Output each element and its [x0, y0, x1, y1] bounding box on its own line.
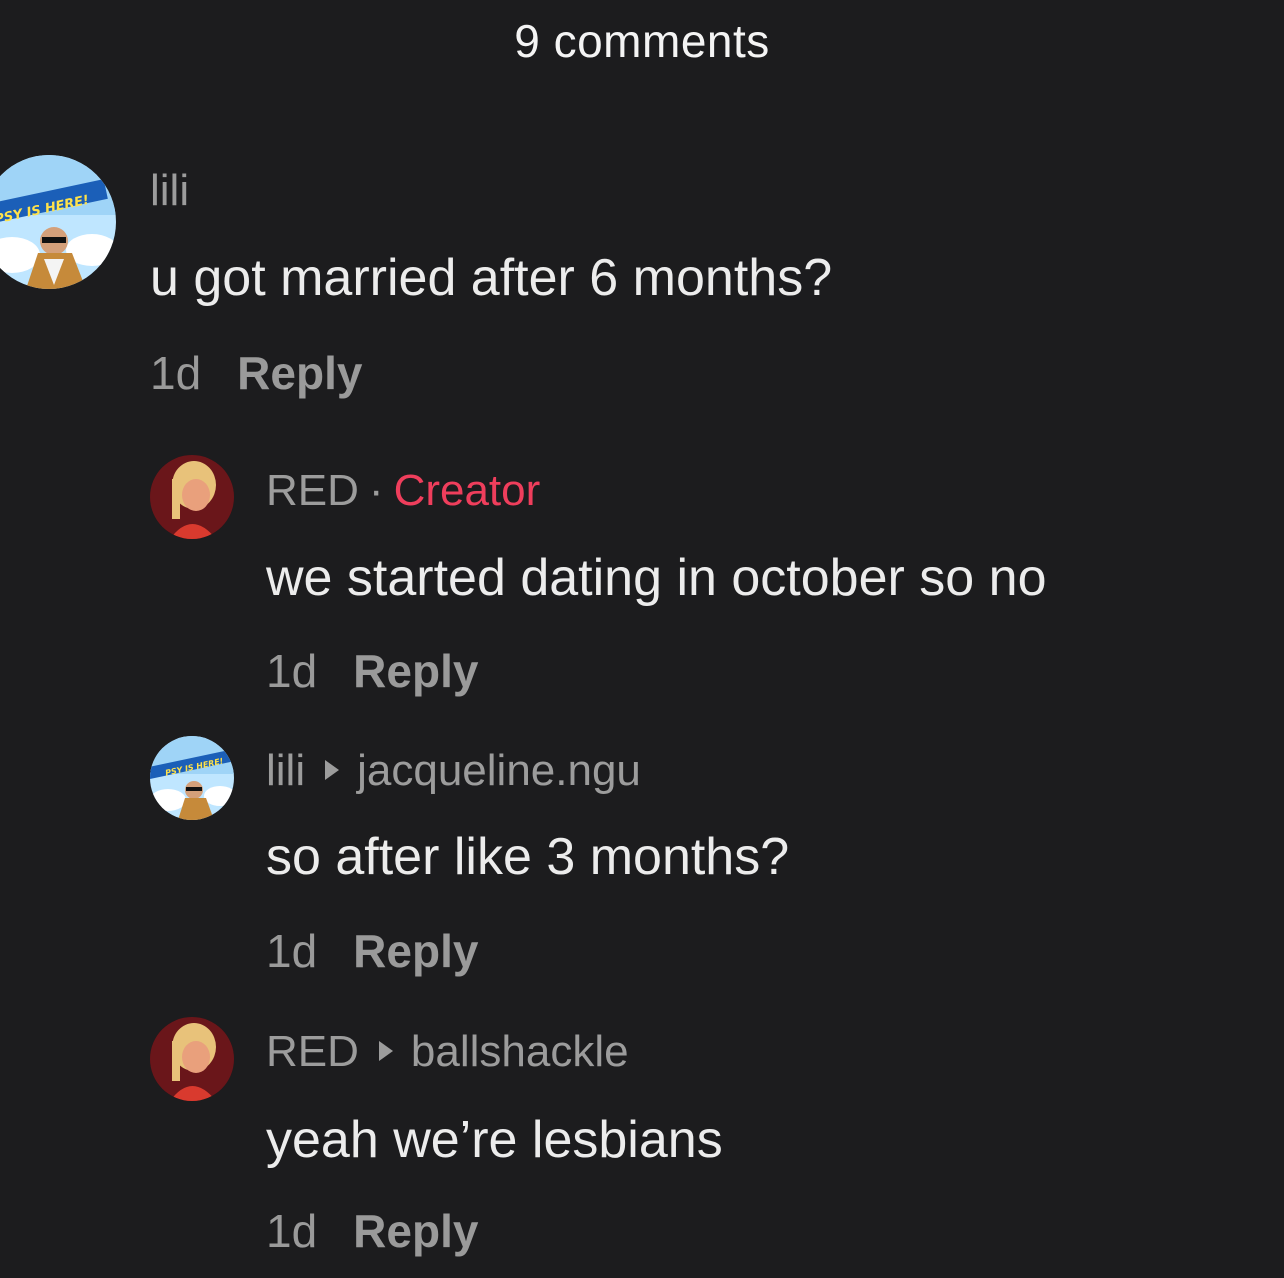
comment-username-line: RED ballshackle	[266, 1027, 629, 1077]
red-avatar-image	[150, 1017, 234, 1101]
comment-meta: 1d Reply	[266, 1204, 478, 1258]
avatar[interactable]: PSY IS HERE!	[0, 155, 116, 289]
comment-text: we started dating in october so no	[266, 549, 1047, 607]
lili-avatar-image: PSY IS HERE!	[0, 155, 116, 289]
badge-separator: ·	[368, 466, 384, 515]
lili-avatar-image: PSY IS HERE!	[150, 736, 234, 820]
comment-username-line: RED · Creator	[266, 466, 540, 516]
reply-to-arrow-icon	[325, 760, 340, 781]
reply-button[interactable]: Reply	[353, 645, 478, 697]
comment-username-line: lili jacqueline.ngu	[266, 746, 641, 796]
comment-text: yeah we’re lesbians	[266, 1111, 723, 1169]
reply-to-arrow-icon	[378, 1041, 393, 1062]
comments-count-title: 9 comments	[514, 15, 770, 67]
comment-username-line: lili	[150, 166, 189, 216]
avatar[interactable]	[150, 1017, 234, 1101]
username-link[interactable]: RED	[266, 1027, 359, 1076]
comment-timestamp: 1d	[266, 645, 318, 697]
username-link[interactable]: RED	[266, 466, 359, 515]
username-link[interactable]: lili	[150, 166, 189, 215]
reply-button[interactable]: Reply	[353, 925, 478, 977]
comment-timestamp: 1d	[150, 347, 202, 399]
avatar[interactable]: PSY IS HERE!	[150, 736, 234, 820]
comment-meta: 1d Reply	[150, 346, 362, 400]
comment-meta: 1d Reply	[266, 644, 478, 698]
comment-text: u got married after 6 months?	[150, 249, 833, 307]
avatar[interactable]	[150, 455, 234, 539]
reply-to-username-link[interactable]: jacqueline.ngu	[357, 746, 641, 795]
creator-badge: Creator	[393, 466, 541, 515]
reply-to-username-link[interactable]: ballshackle	[411, 1027, 629, 1076]
comment-meta: 1d Reply	[266, 924, 478, 978]
reply-button[interactable]: Reply	[353, 1205, 478, 1257]
comment-timestamp: 1d	[266, 925, 318, 977]
comment-timestamp: 1d	[266, 1205, 318, 1257]
red-avatar-image	[150, 455, 234, 539]
comment-text: so after like 3 months?	[266, 828, 790, 886]
username-link[interactable]: lili	[266, 746, 305, 795]
reply-button[interactable]: Reply	[237, 347, 362, 399]
